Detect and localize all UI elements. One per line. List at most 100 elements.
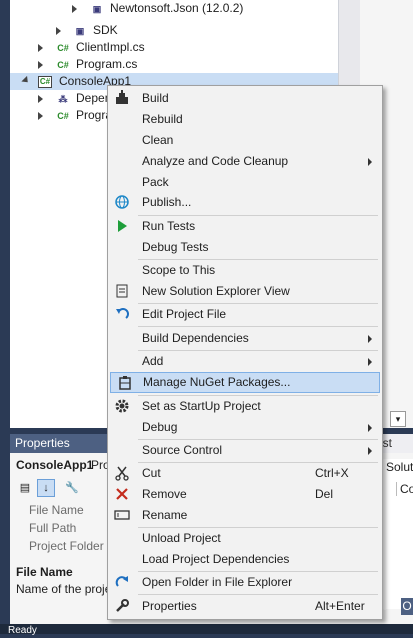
menu-item-unload[interactable]: Unload Project: [108, 528, 382, 549]
menu-item-label: Open Folder in File Explorer: [142, 575, 293, 589]
submenu-arrow-icon: [368, 424, 372, 432]
menu-item-label: Debug Tests: [142, 240, 209, 254]
categorized-icon[interactable]: ▤: [16, 479, 34, 497]
globe-icon: [114, 194, 130, 210]
tree-item-clientimpl[interactable]: C# ClientImpl.cs: [10, 39, 338, 56]
remove-icon: [114, 486, 130, 502]
menu-item-label: Clean: [142, 133, 174, 147]
menu-separator: [138, 594, 378, 595]
menu-item-publish[interactable]: Publish...: [108, 192, 382, 213]
property-row-label[interactable]: File Name: [29, 503, 84, 517]
tree-item-sdk[interactable]: ▣ SDK: [10, 22, 338, 39]
alphabetical-icon[interactable]: ↓: [37, 479, 55, 497]
menu-item-label: Build: [142, 91, 169, 105]
menu-item-label: Add: [142, 354, 164, 368]
menu-item-debug[interactable]: Debug: [108, 417, 382, 438]
csharp-file-icon: C#: [57, 111, 69, 121]
tree-item-label: Program.cs: [76, 57, 138, 71]
menu-item-label: New Solution Explorer View: [142, 284, 290, 298]
submenu-arrow-icon: [368, 158, 372, 166]
menu-item-open-folder[interactable]: Open Folder in File Explorer: [108, 572, 382, 593]
menu-item-new-view[interactable]: New Solution Explorer View: [108, 281, 382, 302]
build-icon: [114, 90, 130, 106]
expand-arrow-icon[interactable]: [56, 27, 61, 35]
menu-item-label: Set as StartUp Project: [142, 399, 261, 413]
csharp-file-icon: C#: [57, 43, 69, 53]
property-row-label[interactable]: Full Path: [29, 521, 76, 535]
menu-item-label: Run Tests: [142, 219, 196, 233]
status-text: Ready: [8, 625, 37, 636]
menu-item-debug-tests[interactable]: Debug Tests: [108, 237, 382, 258]
menu-item-add[interactable]: Add: [108, 351, 382, 372]
menu-item-shortcut: Ctrl+X: [315, 466, 349, 480]
menu-item-run-tests[interactable]: Run Tests: [108, 216, 382, 237]
csharp-file-icon: C#: [57, 60, 69, 70]
context-menu: Build Rebuild Clean Analyze and Code Cle…: [107, 85, 383, 620]
menu-item-properties[interactable]: Properties Alt+Enter: [108, 596, 382, 617]
menu-item-build[interactable]: Build: [108, 88, 382, 109]
menu-item-clean[interactable]: Clean: [108, 130, 382, 151]
menu-item-label: Debug: [142, 420, 178, 434]
property-row-label[interactable]: Project Folder: [29, 539, 104, 553]
menu-item-label: Rebuild: [142, 112, 183, 126]
properties-title: Properties: [15, 436, 70, 450]
menu-item-scope[interactable]: Scope to This: [108, 260, 382, 281]
menu-item-manage-nuget[interactable]: Manage NuGet Packages...: [110, 372, 380, 393]
menu-item-rename[interactable]: Rename: [108, 505, 382, 526]
menu-item-startup[interactable]: Set as StartUp Project: [108, 396, 382, 417]
run-icon: [114, 218, 130, 234]
property-pages-icon[interactable]: 🔧: [63, 479, 81, 497]
expand-arrow-icon[interactable]: [38, 61, 43, 69]
menu-item-label: Pack: [142, 175, 169, 189]
menu-item-analyze[interactable]: Analyze and Code Cleanup: [108, 151, 382, 172]
menu-item-label: Rename: [142, 508, 188, 522]
submenu-arrow-icon: [368, 358, 372, 366]
menu-item-label: Publish...: [142, 195, 192, 209]
menu-item-build-deps[interactable]: Build Dependencies: [108, 328, 382, 349]
expand-arrow-icon[interactable]: [38, 95, 43, 103]
project-icon: C#: [38, 76, 52, 88]
menu-item-source-control[interactable]: Source Control: [108, 440, 382, 461]
menu-item-label: Cut: [142, 466, 161, 480]
tree-item-label: ClientImpl.cs: [76, 40, 145, 54]
undo-arrow-icon: [114, 306, 130, 322]
status-bar: Ready: [0, 624, 413, 636]
right-panel-cell: Co: [396, 482, 413, 496]
dropdown-toggle[interactable]: ▾: [390, 411, 406, 427]
package-icon: ▣: [75, 26, 85, 36]
submenu-arrow-icon: [368, 335, 372, 343]
new-view-icon: [114, 283, 130, 299]
menu-item-label: Load Project Dependencies: [142, 552, 290, 566]
menu-item-rebuild[interactable]: Rebuild: [108, 109, 382, 130]
solutions-label: Soluti: [386, 460, 413, 474]
menu-item-shortcut: Del: [315, 487, 334, 501]
menu-item-label: Scope to This: [142, 263, 216, 277]
menu-item-load-deps[interactable]: Load Project Dependencies: [108, 549, 382, 570]
scissors-icon: [114, 465, 130, 481]
menu-item-remove[interactable]: Remove Del: [108, 484, 382, 505]
menu-separator: [138, 326, 378, 327]
wrench-icon: [114, 598, 130, 614]
tree-item-program[interactable]: C# Program.cs: [10, 56, 338, 73]
refresh-arrow-icon: [114, 574, 130, 590]
collapse-arrow-icon[interactable]: [21, 75, 31, 86]
rename-icon: [114, 507, 130, 523]
menu-item-pack[interactable]: Pack: [108, 172, 382, 193]
bottom-tab-o[interactable]: O: [401, 598, 413, 615]
menu-item-label: Edit Project File: [142, 307, 227, 321]
menu-item-label: Source Control: [142, 443, 223, 457]
tree-item-newtonsoft[interactable]: ▣ Newtonsoft.Json (12.0.2): [10, 0, 338, 17]
expand-arrow-icon[interactable]: [38, 44, 43, 52]
menu-item-cut[interactable]: Cut Ctrl+X: [108, 463, 382, 484]
chevron-down-icon: ▾: [395, 414, 401, 424]
submenu-arrow-icon: [368, 447, 372, 455]
nuget-icon: [117, 375, 133, 391]
menu-item-label: Analyze and Code Cleanup: [142, 154, 289, 168]
menu-item-label: Manage NuGet Packages...: [143, 375, 291, 389]
menu-item-edit-project[interactable]: Edit Project File: [108, 304, 382, 325]
package-icon: ▣: [92, 4, 102, 14]
dependencies-icon: ⁂: [58, 94, 68, 104]
menu-item-label: Remove: [142, 487, 187, 501]
expand-arrow-icon[interactable]: [38, 112, 43, 120]
expand-arrow-icon[interactable]: [72, 5, 77, 13]
